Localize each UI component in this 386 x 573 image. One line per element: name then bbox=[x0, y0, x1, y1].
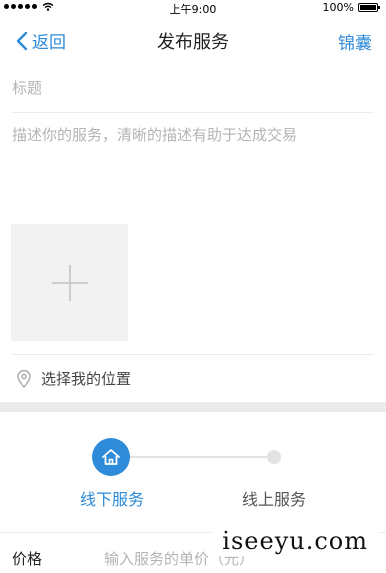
home-icon bbox=[102, 449, 120, 465]
offline-service-label[interactable]: 线下服务 bbox=[72, 486, 152, 510]
status-bar: 上午9:00 100% bbox=[0, 0, 386, 16]
price-label: 价格 bbox=[12, 550, 43, 568]
location-label: 选择我的位置 bbox=[41, 370, 132, 388]
location-selector[interactable]: 选择我的位置 bbox=[16, 368, 131, 389]
add-photo-button[interactable] bbox=[11, 224, 128, 341]
location-pin-icon bbox=[17, 369, 31, 388]
divider bbox=[12, 354, 374, 355]
offline-service-option[interactable] bbox=[92, 438, 130, 476]
description-input[interactable]: 描述你的服务，清晰的描述有助于达成交易 bbox=[12, 124, 372, 145]
title-input[interactable]: 标题 bbox=[12, 72, 370, 104]
add-plus-icon bbox=[51, 264, 88, 301]
battery-icon bbox=[358, 3, 380, 12]
tips-button[interactable]: 锦囊 bbox=[338, 29, 372, 54]
page-title: 发布服务 bbox=[157, 32, 229, 53]
online-service-label[interactable]: 线上服务 bbox=[232, 486, 316, 510]
nav-bar: 返回 发布服务 锦囊 bbox=[0, 16, 386, 64]
battery-percent: 100% bbox=[322, 1, 354, 14]
service-type-track bbox=[128, 456, 274, 458]
watermark: iseeyu.com bbox=[212, 526, 378, 556]
section-divider bbox=[0, 402, 386, 412]
divider bbox=[12, 112, 374, 113]
online-service-option[interactable] bbox=[267, 450, 281, 464]
